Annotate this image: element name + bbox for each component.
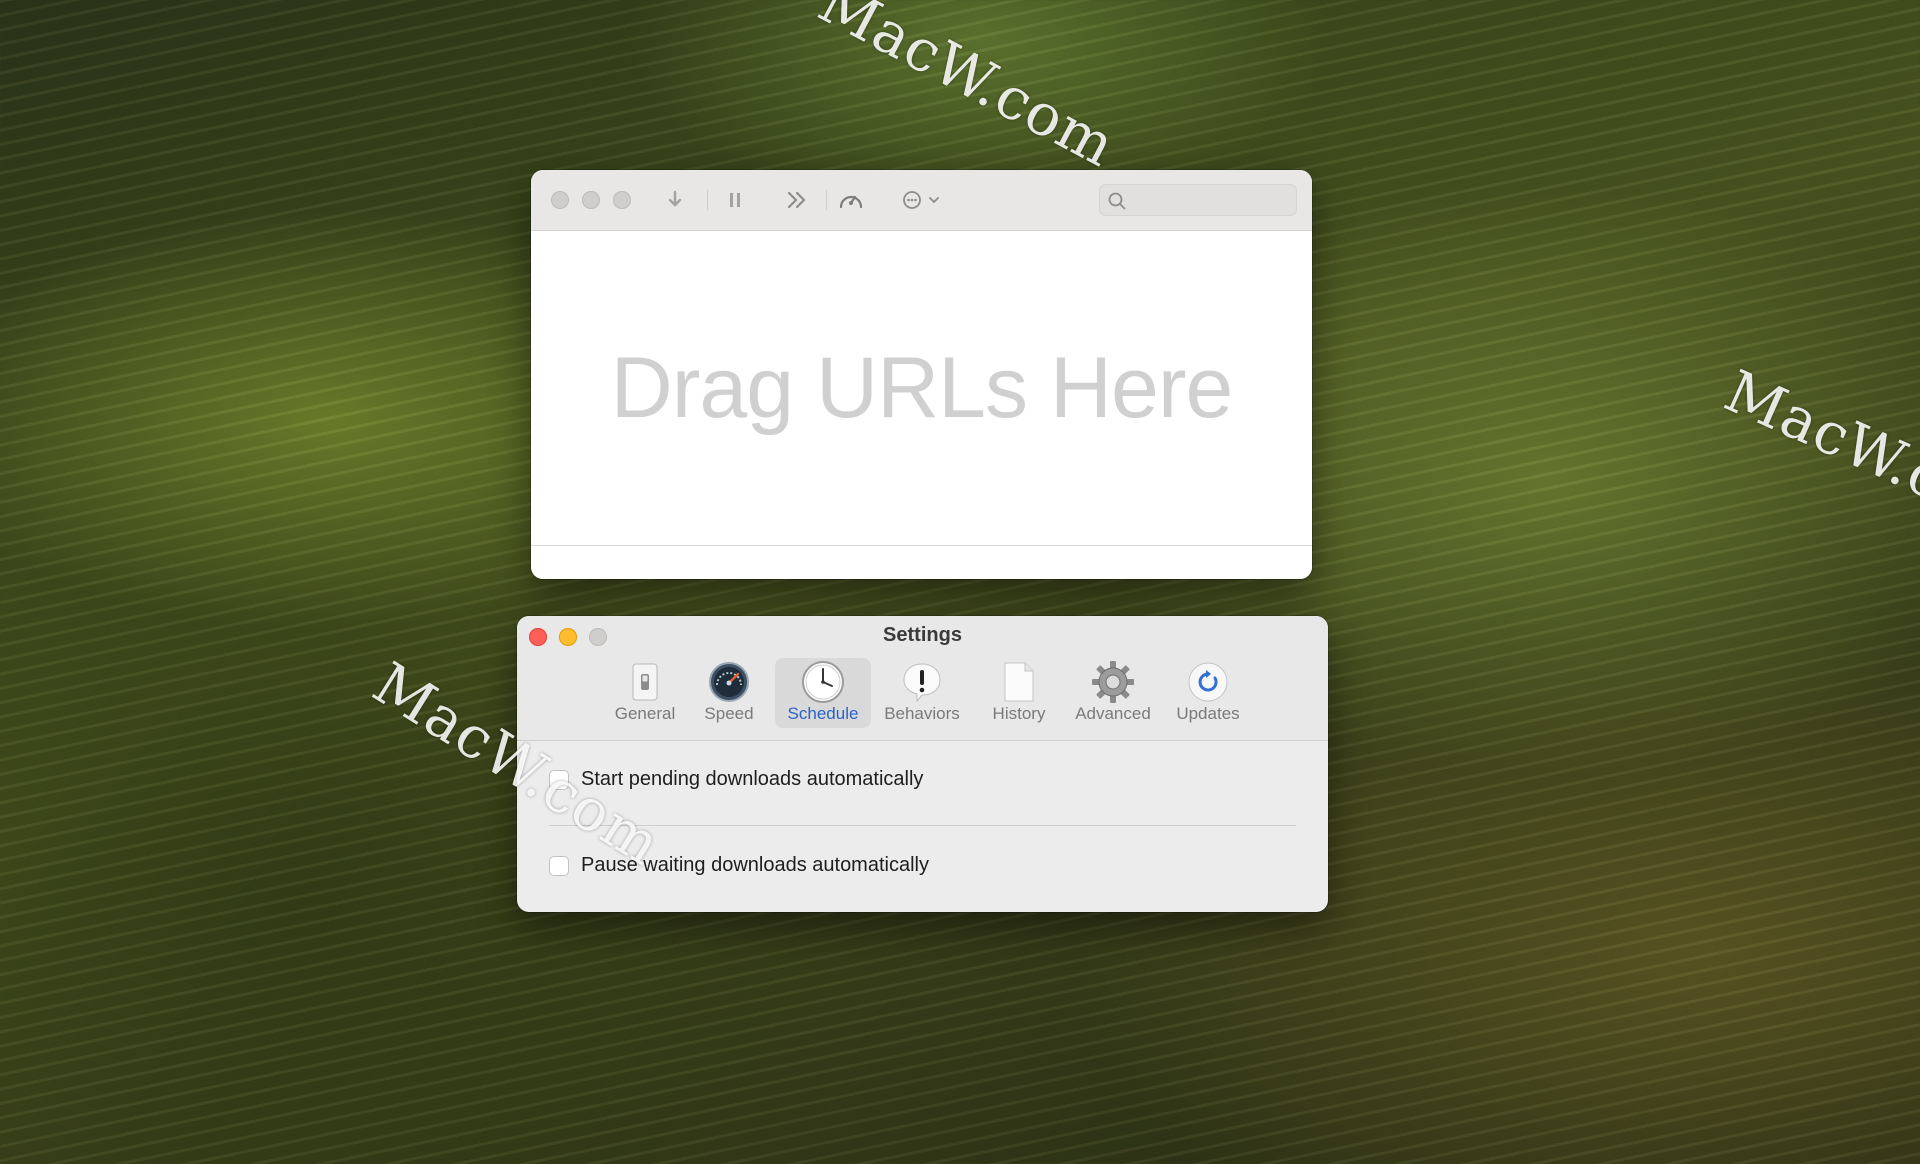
tab-speed[interactable]: Speed bbox=[683, 658, 775, 728]
tab-label: Speed bbox=[704, 704, 754, 723]
toolbar-separator bbox=[707, 190, 708, 210]
tab-label: Advanced bbox=[1075, 704, 1151, 723]
settings-tabs: General Speed Schedule Behaviors History… bbox=[607, 658, 1255, 728]
close-button[interactable] bbox=[551, 191, 569, 209]
tab-label: General bbox=[614, 704, 676, 723]
fast-forward-icon[interactable] bbox=[784, 188, 810, 212]
option-label: Start pending downloads automatically bbox=[581, 768, 924, 790]
speedometer-icon[interactable] bbox=[836, 188, 866, 212]
url-drop-area[interactable]: Drag URLs Here bbox=[531, 231, 1312, 546]
minimize-button[interactable] bbox=[582, 191, 600, 209]
tab-updates[interactable]: Updates bbox=[1161, 658, 1255, 728]
exclamation-bubble-icon bbox=[900, 661, 944, 703]
document-icon bbox=[997, 661, 1041, 703]
toolbar-separator bbox=[826, 190, 827, 210]
tab-advanced[interactable]: Advanced bbox=[1065, 658, 1161, 728]
more-menu-button[interactable] bbox=[901, 188, 945, 212]
tab-label: Schedule bbox=[787, 704, 859, 723]
tab-label: Behaviors bbox=[884, 704, 960, 723]
tab-behaviors[interactable]: Behaviors bbox=[871, 658, 973, 728]
search-field[interactable] bbox=[1099, 184, 1297, 216]
tab-history[interactable]: History bbox=[973, 658, 1065, 728]
tab-label: History bbox=[992, 704, 1046, 723]
pause-waiting-checkbox[interactable] bbox=[549, 855, 569, 876]
switch-icon bbox=[623, 661, 667, 703]
main-toolbar bbox=[531, 170, 1312, 231]
main-status-bar bbox=[531, 545, 1312, 579]
drop-hint-text: Drag URLs Here bbox=[610, 340, 1234, 436]
settings-toolbar: Settings General Speed Schedule Behavior… bbox=[517, 616, 1328, 741]
clock-icon bbox=[801, 661, 845, 703]
watermark: MacW.com bbox=[808, 0, 1127, 181]
zoom-button[interactable] bbox=[613, 191, 631, 209]
tab-general[interactable]: General bbox=[607, 658, 683, 728]
main-window: Drag URLs Here bbox=[531, 170, 1312, 579]
tab-label: Updates bbox=[1176, 704, 1240, 723]
speedometer-icon bbox=[707, 661, 751, 703]
watermark: MacW.com bbox=[1715, 356, 1920, 552]
download-icon[interactable] bbox=[665, 188, 685, 212]
gear-icon bbox=[1091, 661, 1135, 703]
settings-title: Settings bbox=[883, 624, 962, 646]
refresh-icon bbox=[1186, 661, 1230, 703]
pause-icon[interactable] bbox=[725, 188, 745, 212]
tab-schedule[interactable]: Schedule bbox=[775, 658, 871, 728]
